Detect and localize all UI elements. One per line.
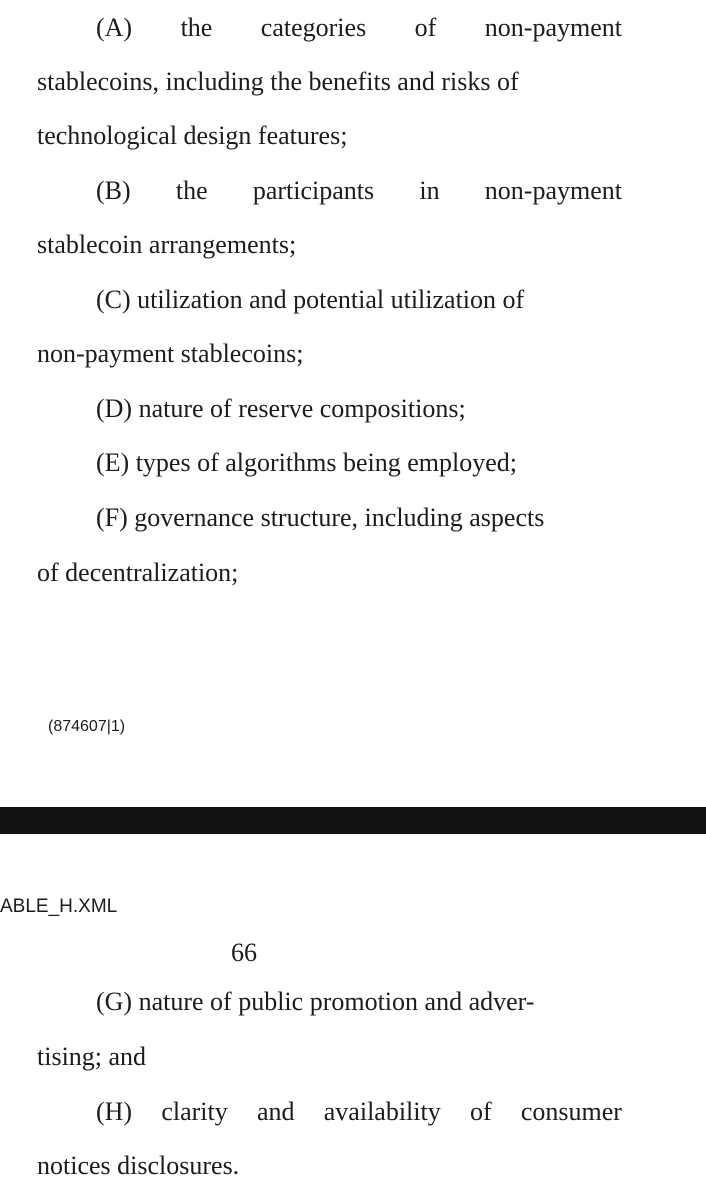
item-h-first-line: (H) clarity and availability of consumer <box>96 1097 622 1127</box>
item-g-first-line: (G) nature of public promotion and adver… <box>96 987 535 1016</box>
item-a-word: of <box>414 13 437 42</box>
document-page-lower <box>0 834 706 1200</box>
item-f-line-2: of decentralization; <box>37 558 239 587</box>
page-divider <box>0 807 706 834</box>
item-b-word: participants <box>252 176 375 205</box>
item-b-word: the <box>175 176 208 205</box>
item-a-word: non-payment <box>484 13 622 42</box>
item-a-line-3: technological design features; <box>37 121 348 150</box>
item-f-first-line: (F) governance structure, including aspe… <box>96 503 545 532</box>
item-h-word: clarity <box>161 1097 228 1126</box>
item-b-word: non-payment <box>484 176 622 205</box>
item-c-line-2: non-payment stablecoins; <box>37 339 304 368</box>
item-a-line-2: stablecoins, including the benefits and … <box>37 67 519 96</box>
item-g-line-2: tising; and <box>37 1042 147 1071</box>
item-e-line: (E) types of algorithms being employed; <box>96 448 517 477</box>
item-h-word: (H) <box>96 1097 133 1126</box>
page-number: 66 <box>231 938 257 967</box>
item-h-word: availability <box>323 1097 441 1126</box>
item-a-first-line: (A) the categories of non-payment <box>96 13 622 43</box>
item-h-word: and <box>256 1097 295 1126</box>
item-h-word: consumer <box>520 1097 622 1126</box>
item-a-word: (A) <box>96 13 133 42</box>
item-c-first-line: (C) utilization and potential utilizatio… <box>96 285 525 314</box>
item-b-line-2: stablecoin arrangements; <box>37 230 297 259</box>
item-d-line: (D) nature of reserve compositions; <box>96 394 466 423</box>
file-name-header: ABLE_H.XML <box>0 896 118 917</box>
document-footer-code: (874607|1) <box>48 718 126 735</box>
item-b-word: in <box>419 176 440 205</box>
item-a-word: categories <box>260 13 367 42</box>
item-h-line-2: notices disclosures. <box>37 1151 240 1180</box>
item-b-first-line: (B) the participants in non-payment <box>96 176 622 206</box>
item-h-word: of <box>469 1097 492 1126</box>
item-a-word: the <box>180 13 213 42</box>
item-b-word: (B) <box>96 176 131 205</box>
